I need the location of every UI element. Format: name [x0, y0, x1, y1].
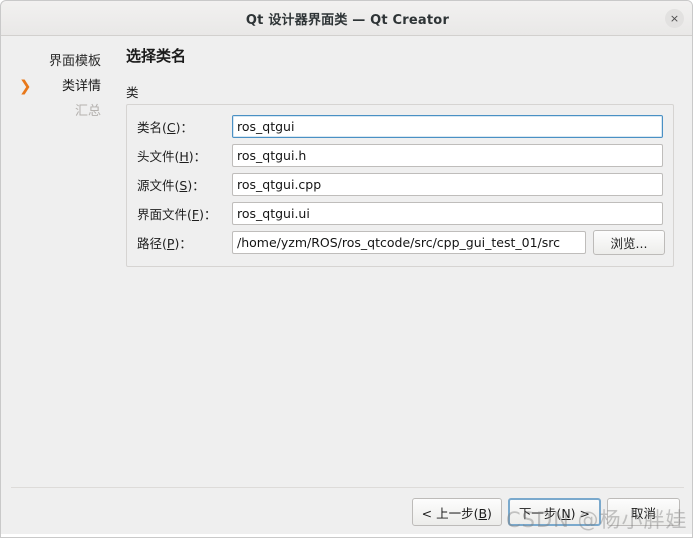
sidebar-item-label: 类详情	[61, 79, 101, 94]
dialog-window: Qt 设计器界面类 — Qt Creator × 界面模板 ❯ 类详情 汇总 选…	[0, 0, 693, 538]
bottom-strip	[1, 534, 692, 537]
header-file-label: 头文件(H)：	[137, 149, 207, 164]
footer-separator	[11, 487, 684, 488]
form-row-form-file: 界面文件(F)：	[137, 202, 663, 225]
page-title: 选择类名	[126, 47, 187, 65]
form-file-label: 界面文件(F)：	[137, 207, 217, 222]
dialog-button-bar: < 上一步(B) 下一步(N) > 取消	[411, 498, 680, 526]
class-name-label: 类名(C)：	[137, 120, 194, 135]
header-file-input[interactable]	[232, 144, 663, 167]
path-input[interactable]	[232, 231, 586, 254]
form-row-header-file: 头文件(H)：	[137, 144, 663, 167]
main-pane: 选择类名 类 类名(C)： 头文件(H)： 源文件(S)： 界面文件(F)： 路…	[126, 45, 674, 267]
back-button[interactable]: < 上一步(B)	[411, 498, 502, 526]
sidebar-item-class-details[interactable]: ❯ 类详情	[1, 74, 113, 99]
sidebar-item-template[interactable]: 界面模板	[1, 49, 113, 74]
next-button[interactable]: 下一步(N) >	[507, 498, 601, 526]
title-bar: Qt 设计器界面类 — Qt Creator ×	[1, 1, 692, 36]
class-name-input[interactable]	[232, 115, 663, 138]
wizard-steps: 界面模板 ❯ 类详情 汇总	[1, 49, 113, 124]
chevron-right-icon: ❯	[19, 77, 32, 95]
form-row-source-file: 源文件(S)：	[137, 173, 663, 196]
source-file-label: 源文件(S)：	[137, 178, 205, 193]
cancel-button[interactable]: 取消	[607, 498, 680, 526]
group-box-label: 类	[126, 85, 139, 100]
class-group-box: 类名(C)： 头文件(H)： 源文件(S)： 界面文件(F)： 路径(P)： 浏…	[126, 104, 674, 267]
sidebar-item-label: 界面模板	[48, 54, 101, 69]
browse-button[interactable]: 浏览...	[593, 230, 665, 255]
window-title: Qt 设计器界面类 — Qt Creator	[245, 12, 450, 28]
path-label: 路径(P)：	[137, 236, 192, 251]
close-icon[interactable]: ×	[665, 9, 684, 28]
form-row-path: 路径(P)： 浏览...	[137, 230, 665, 255]
sidebar-item-summary: 汇总	[1, 99, 113, 124]
sidebar-item-label: 汇总	[74, 104, 101, 119]
form-file-input[interactable]	[232, 202, 663, 225]
form-row-class-name: 类名(C)：	[137, 115, 663, 138]
source-file-input[interactable]	[232, 173, 663, 196]
